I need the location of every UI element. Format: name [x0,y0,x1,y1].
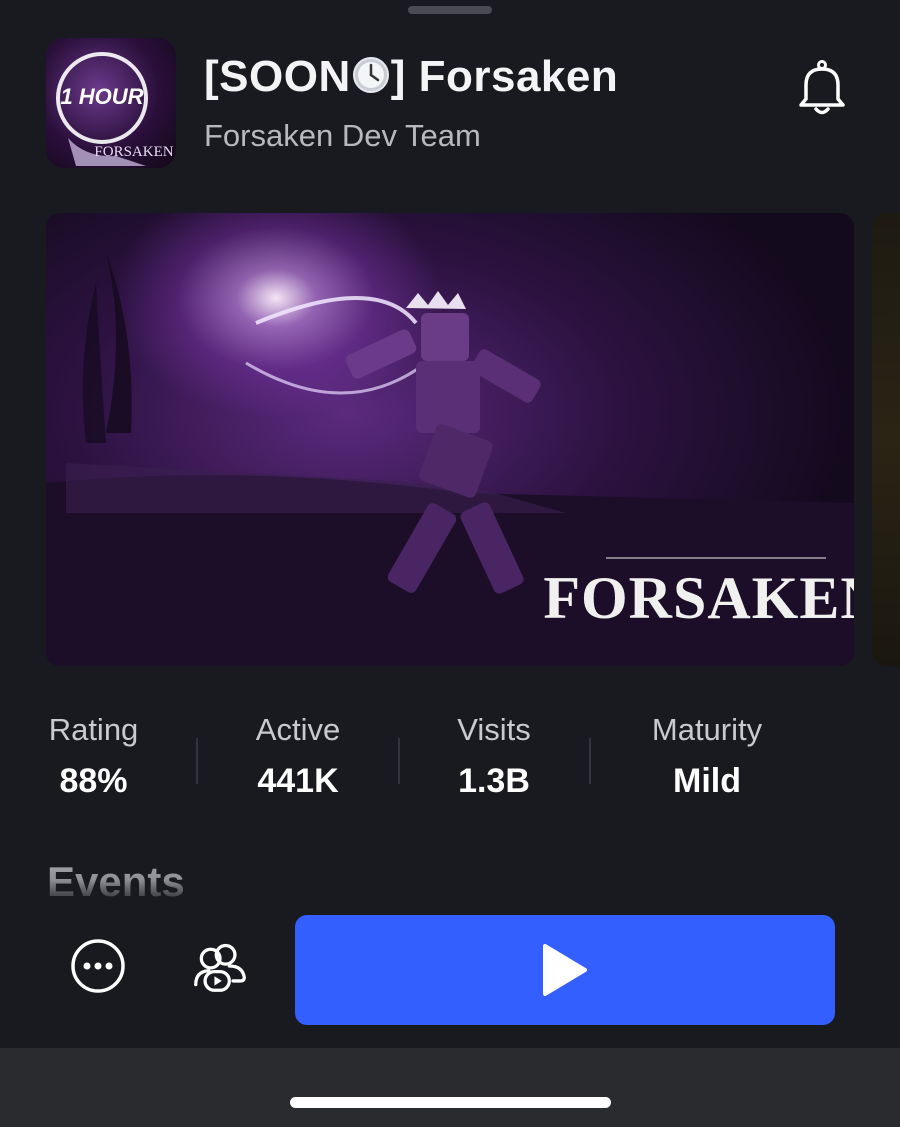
stat-label: Maturity [651,712,763,747]
stat-visits: Visits 1.3B [448,712,540,801]
stat-value: 1.3B [458,762,530,800]
media-carousel[interactable]: FORSAKEN [46,213,900,666]
stat-divider [196,738,198,784]
game-thumbnail[interactable]: FORSAKEN [46,213,854,666]
stat-rating: Rating 88% [46,712,141,801]
thumbnail-logo-text: FORSAKEN [543,565,854,631]
scroll-fade [0,880,900,910]
game-title-suffix: ] Forsaken [390,52,619,101]
stat-value: 441K [257,762,339,800]
bell-icon [799,60,845,115]
game-icon: 1 HOUR FORSAKEN [46,38,176,168]
game-icon-text-2: FORSAKEN [94,144,173,160]
home-indicator[interactable] [290,1097,611,1108]
bottom-system-bar [0,1048,900,1127]
next-thumbnail-peek[interactable] [872,213,900,666]
stat-label: Visits [457,712,531,747]
stats-row: Rating 88% Active 441K Visits 1.3B Matur… [0,712,900,812]
stat-divider [398,738,400,784]
game-icon-art: 1 HOUR FORSAKEN [56,52,174,166]
stat-label: Rating [48,712,139,747]
game-title: [SOON ] Forsaken [204,52,618,102]
stat-maturity[interactable]: Maturity Mild [640,712,774,801]
play-triangle-icon [543,944,587,996]
stat-value: 88% [59,762,128,800]
game-icon-text-1: 1 HOUR [60,84,143,109]
more-options-icon [71,939,125,993]
play-button[interactable] [295,915,835,1025]
play-with-friends-button[interactable] [192,938,248,994]
stat-active: Active 441K [248,712,348,801]
more-options-button[interactable] [70,938,126,994]
stat-label: Active [255,712,341,747]
stat-divider [589,738,591,784]
game-title-prefix: [SOON [204,52,351,101]
notify-button[interactable] [792,58,852,118]
thumbnail-art: FORSAKEN [46,253,854,666]
creator-name[interactable]: Forsaken Dev Team [204,118,481,154]
sheet-drag-handle[interactable] [408,6,492,14]
clock-emoji-icon [352,57,389,93]
stat-value: Mild [673,762,741,800]
play-with-friends-icon [194,943,246,992]
